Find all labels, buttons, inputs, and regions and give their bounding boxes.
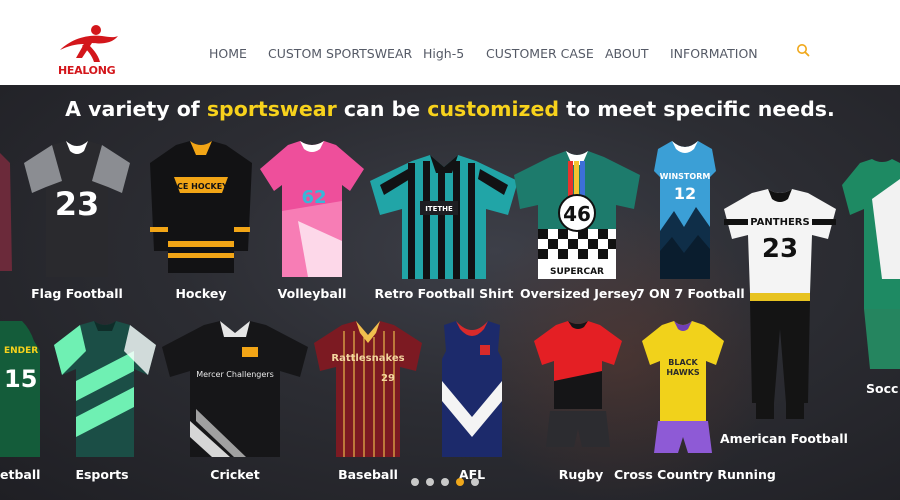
svg-text:ITETHE: ITETHE	[425, 205, 453, 213]
nav-customer-case[interactable]: CUSTOMER CASE	[486, 46, 594, 61]
svg-text:HAWKS: HAWKS	[666, 368, 700, 377]
uniform-soccer-partial[interactable]	[842, 159, 900, 369]
jersey-volleyball[interactable]: 62	[258, 141, 366, 281]
slider-dot-2[interactable]	[426, 478, 434, 486]
svg-text:Mercer Challengers: Mercer Challengers	[196, 370, 274, 379]
nav-about[interactable]: ABOUT	[605, 46, 649, 61]
label-hockey[interactable]: Hockey	[148, 286, 254, 301]
runner-logo-icon	[60, 25, 118, 62]
label-retro-football-shirt[interactable]: Retro Football Shirt	[370, 286, 518, 301]
svg-text:23: 23	[762, 234, 798, 264]
jersey-partial-left-top	[0, 143, 14, 273]
nav-home[interactable]: HOME	[209, 46, 247, 61]
slider-dot-1[interactable]	[411, 478, 419, 486]
headline-text: can be	[336, 97, 428, 121]
jersey-baseball[interactable]: Rattlesnakes 29	[312, 321, 424, 461]
jersey-cricket[interactable]: Mercer Challengers	[160, 321, 310, 461]
svg-text:62: 62	[301, 187, 326, 208]
svg-text:WINSTORM: WINSTORM	[660, 172, 711, 181]
svg-text:46: 46	[563, 202, 591, 226]
headline-text: to meet specific needs.	[559, 97, 835, 121]
svg-text:SUPERCAR: SUPERCAR	[550, 267, 604, 277]
label-american-football[interactable]: American Football	[720, 431, 848, 446]
hero-banner[interactable]: A variety of sportswear can be customize…	[0, 85, 900, 500]
svg-text:29: 29	[381, 373, 395, 384]
label-flag-football[interactable]: Flag Football	[22, 286, 132, 301]
svg-text:12: 12	[674, 184, 696, 203]
site-header: HEALONG HOME CUSTOM SPORTSWEAR High-5 CU…	[0, 0, 900, 85]
headline-highlight-sportswear: sportswear	[206, 97, 337, 121]
svg-text:BLACK: BLACK	[668, 358, 698, 367]
nav-custom-sportswear[interactable]: CUSTOM SPORTSWEAR	[268, 46, 412, 61]
brand-name: HEALONG	[58, 64, 116, 77]
jersey-oversized[interactable]: 46 SUPERCAR	[512, 151, 642, 281]
jersey-basketball-partial[interactable]: ENDER 15	[0, 321, 40, 461]
label-rugby[interactable]: Rugby	[536, 467, 626, 482]
jersey-esports[interactable]	[52, 321, 158, 461]
jersey-afl[interactable]	[436, 321, 508, 461]
slider-dot-4-active[interactable]	[456, 478, 464, 486]
uniform-rugby[interactable]	[532, 321, 624, 461]
uniform-cross-country[interactable]: BLACK HAWKS	[640, 321, 726, 461]
label-cricket[interactable]: Cricket	[160, 467, 310, 482]
svg-text:PANTHERS: PANTHERS	[750, 217, 809, 228]
banner-headline: A variety of sportswear can be customize…	[0, 97, 900, 121]
label-cross-country-running[interactable]: Cross Country Running	[614, 467, 776, 482]
svg-text:23: 23	[55, 185, 100, 223]
uniform-american-football[interactable]: PANTHERS 23	[722, 189, 838, 429]
svg-text:ICE HOCKEY: ICE HOCKEY	[174, 182, 228, 191]
headline-text: A variety of	[65, 97, 207, 121]
jersey-hockey[interactable]: ICE HOCKEY	[148, 141, 254, 281]
label-esports[interactable]: Esports	[52, 467, 152, 482]
jersey-7on7-football[interactable]: WINSTORM 12	[644, 141, 726, 281]
label-soccer[interactable]: Socc	[866, 381, 900, 396]
jersey-flag-football[interactable]: 23	[22, 141, 132, 281]
label-baseball[interactable]: Baseball	[312, 467, 424, 482]
brand-logo[interactable]: HEALONG	[56, 24, 122, 80]
jersey-retro-football[interactable]: ITETHE	[368, 155, 520, 283]
svg-text:Rattlesnakes: Rattlesnakes	[331, 353, 404, 364]
nav-information[interactable]: INFORMATION	[670, 46, 758, 61]
slider-dot-5[interactable]	[471, 478, 479, 486]
svg-text:15: 15	[4, 365, 37, 393]
label-volleyball[interactable]: Volleyball	[258, 286, 366, 301]
label-basketball[interactable]: etball	[0, 467, 40, 482]
nav-high-5[interactable]: High-5	[423, 46, 464, 61]
label-oversized-jersey[interactable]: Oversized Jersey	[520, 286, 638, 301]
search-icon[interactable]	[796, 42, 810, 57]
headline-highlight-customized: customized	[427, 97, 560, 121]
svg-text:ENDER: ENDER	[4, 346, 38, 356]
slider-dot-3[interactable]	[441, 478, 449, 486]
